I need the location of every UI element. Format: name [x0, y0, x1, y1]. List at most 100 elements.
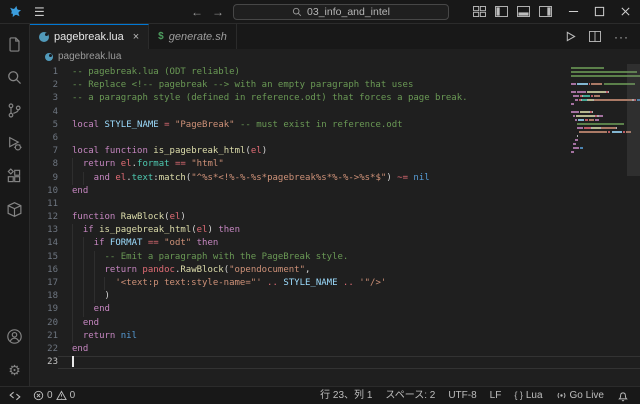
accounts-icon[interactable] — [0, 320, 30, 353]
line-number[interactable]: 16 — [30, 264, 58, 277]
source-control-icon[interactable] — [0, 94, 30, 127]
code-line[interactable]: 21return nil — [30, 330, 640, 343]
remote-indicator[interactable] — [5, 390, 25, 402]
line-number[interactable]: 5 — [30, 119, 58, 132]
line-number[interactable]: 11 — [30, 198, 58, 211]
indentation-status[interactable]: スペース: 2 — [379, 391, 441, 401]
line-content: local STYLE_NAME = "PageBreak" -- must e… — [58, 119, 640, 132]
code-line[interactable]: 15-- Emit a paragraph with the PageBreak… — [30, 251, 640, 264]
nav-forward-icon[interactable]: → — [212, 6, 224, 18]
line-number[interactable]: 1 — [30, 66, 58, 79]
eol-status[interactable]: LF — [484, 391, 508, 401]
line-number[interactable]: 20 — [30, 317, 58, 330]
line-number[interactable]: 21 — [30, 330, 58, 343]
cursor-position-status[interactable]: 行 23、列 1 — [314, 391, 378, 401]
app-logo — [8, 4, 23, 19]
code-token: ) — [180, 212, 185, 222]
run-file-button[interactable] — [565, 31, 576, 42]
customize-layout-icon[interactable] — [473, 6, 486, 17]
search-sidebar-icon[interactable] — [0, 61, 30, 94]
run-debug-icon[interactable] — [0, 127, 30, 160]
toggle-secondary-sidebar-icon[interactable] — [539, 6, 552, 17]
minimap[interactable] — [571, 67, 625, 159]
line-number[interactable]: 14 — [30, 237, 58, 250]
line-number[interactable]: 12 — [30, 211, 58, 224]
minimap-token — [577, 123, 624, 125]
split-editor-button[interactable] — [589, 31, 601, 42]
line-number[interactable]: 3 — [30, 92, 58, 105]
toggle-primary-sidebar-icon[interactable] — [495, 6, 508, 17]
line-number[interactable]: 22 — [30, 343, 58, 356]
line-number[interactable]: 9 — [30, 172, 58, 185]
code-line[interactable]: 8return el.format == "html" — [30, 158, 640, 171]
code-line[interactable]: 3-- a paragraph style (defined in refere… — [30, 92, 640, 105]
code-line[interactable]: 6 — [30, 132, 640, 145]
code-line[interactable]: 11 — [30, 198, 640, 211]
shell-file-icon: $ — [158, 32, 164, 42]
editor-scrollbar[interactable] — [627, 64, 640, 386]
code-line[interactable]: 18) — [30, 290, 640, 303]
code-line[interactable]: 16return pandoc.RawBlock("opendocument", — [30, 264, 640, 277]
minimap-line — [571, 155, 625, 157]
code-line[interactable]: 12function RawBlock(el) — [30, 211, 640, 224]
minimap-line — [571, 123, 625, 125]
line-number[interactable]: 7 — [30, 145, 58, 158]
line-number[interactable]: 4 — [30, 106, 58, 119]
indent-guide — [104, 277, 115, 290]
menu-icon[interactable]: ☰ — [34, 6, 45, 18]
code-line[interactable]: 23 — [30, 356, 640, 369]
code-line[interactable]: 7local function is_pagebreak_html(el) — [30, 145, 640, 158]
command-center[interactable]: 03_info_and_intel — [233, 4, 449, 20]
explorer-icon[interactable] — [0, 28, 30, 61]
braces-icon: { } — [514, 391, 523, 400]
encoding-status[interactable]: UTF-8 — [442, 391, 482, 401]
nav-back-icon[interactable]: ← — [191, 6, 203, 18]
code-line[interactable]: 22end — [30, 343, 640, 356]
maximize-button[interactable] — [594, 6, 605, 17]
code-line[interactable]: 19end — [30, 303, 640, 316]
code-line[interactable]: 2-- Replace <!-- pagebreak --> with an e… — [30, 79, 640, 92]
scrollbar-slider[interactable] — [627, 64, 640, 176]
line-number[interactable]: 6 — [30, 132, 58, 145]
minimap-line — [571, 111, 625, 113]
more-actions-button[interactable]: ··· — [614, 31, 629, 43]
code-line[interactable]: 10end — [30, 185, 640, 198]
tab-close-icon[interactable]: × — [133, 32, 139, 43]
minimap-line — [571, 99, 625, 101]
code-line[interactable]: 9and el.text:match("^%s*<!%-%-%s*pagebre… — [30, 172, 640, 185]
code-line[interactable]: 20end — [30, 317, 640, 330]
line-number[interactable]: 19 — [30, 303, 58, 316]
line-number[interactable]: 8 — [30, 158, 58, 171]
language-mode-status[interactable]: { } Lua — [508, 391, 548, 401]
code-line[interactable]: 1-- pagebreak.lua (ODT reliable) — [30, 66, 640, 79]
minimize-button[interactable] — [568, 6, 579, 17]
minimap-token — [571, 111, 579, 113]
minimap-line — [571, 127, 625, 129]
code-line[interactable]: 4 — [30, 106, 640, 119]
settings-gear-icon[interactable]: ⚙ — [0, 353, 30, 386]
line-number[interactable]: 13 — [30, 224, 58, 237]
tab-generate-sh[interactable]: $ generate.sh — [149, 24, 237, 49]
code-line[interactable]: 17'<text:p text:style-name="' .. STYLE_N… — [30, 277, 640, 290]
line-number[interactable]: 23 — [30, 356, 58, 369]
code-token: "^%s*<!%-%-%s*pagebreak%s*%-%->%s*$" — [191, 173, 386, 183]
go-live-status[interactable]: Go Live — [550, 390, 610, 401]
code-line[interactable]: 13if is_pagebreak_html(el) then — [30, 224, 640, 237]
line-number[interactable]: 18 — [30, 290, 58, 303]
notifications-bell[interactable] — [611, 390, 635, 402]
line-number[interactable]: 15 — [30, 251, 58, 264]
code-line[interactable]: 14if FORMAT == "odt" then — [30, 237, 640, 250]
minimap-token — [608, 91, 609, 93]
breadcrumb[interactable]: pagebreak.lua — [30, 49, 640, 64]
tab-pagebreak-lua[interactable]: pagebreak.lua × — [30, 24, 149, 49]
package-cube-icon[interactable] — [0, 193, 30, 226]
code-editor[interactable]: 1-- pagebreak.lua (ODT reliable)2-- Repl… — [30, 64, 640, 386]
line-number[interactable]: 2 — [30, 79, 58, 92]
problems-indicator[interactable]: 0 0 — [29, 390, 79, 401]
line-number[interactable]: 10 — [30, 185, 58, 198]
extensions-icon[interactable] — [0, 160, 30, 193]
toggle-panel-icon[interactable] — [517, 6, 530, 17]
line-number[interactable]: 17 — [30, 277, 58, 290]
code-line[interactable]: 5local STYLE_NAME = "PageBreak" -- must … — [30, 119, 640, 132]
close-button[interactable] — [620, 6, 631, 17]
